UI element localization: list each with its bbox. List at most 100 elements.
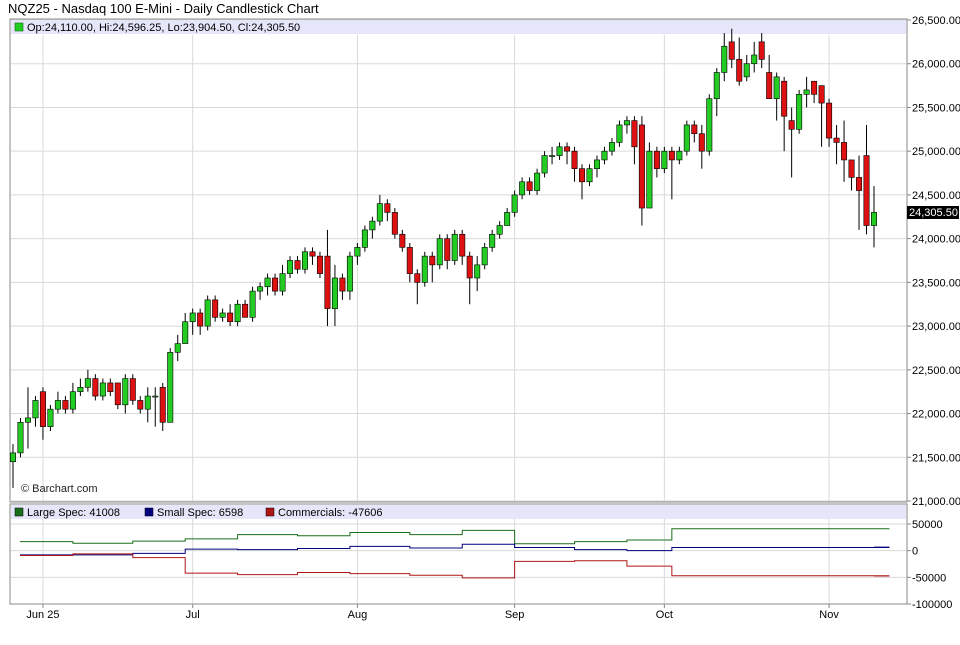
watermark: © Barchart.com	[21, 483, 98, 495]
cot-tick-label: 0	[912, 546, 918, 558]
candle-down-body	[107, 382, 114, 392]
candle-up-body	[331, 277, 338, 309]
candle-up-body	[713, 72, 720, 100]
price-tick-label: 23,500.00	[912, 277, 960, 289]
candle-down-body	[638, 124, 645, 209]
candle-up-body	[32, 400, 39, 419]
price-tick-label: 25,500.00	[912, 102, 960, 114]
ohlc-legend-swatch	[14, 22, 24, 32]
cot-legend: Large Spec: 41008 Small Spec: 6598 Commerc…	[11, 505, 906, 519]
cot-legend-label: Commercials: -47606	[278, 507, 383, 519]
candle-up-body	[541, 155, 548, 174]
cot-legend-swatch	[265, 507, 275, 517]
candle-up-body	[279, 273, 286, 292]
ohlc-label: Op:24,110.00, Hi:24,596.25, Lo:23,904.50…	[27, 22, 300, 34]
candle-down-body	[444, 238, 451, 261]
x-axis: Jun 25 Jul Aug Sep Oct Nov	[26, 604, 839, 621]
candle-down-body	[631, 120, 638, 148]
candle-up-body	[301, 251, 308, 270]
candle	[249, 286, 256, 322]
candle-up-body	[796, 94, 803, 130]
candle	[451, 229, 458, 265]
candle-down-body	[309, 251, 316, 257]
candle-up-body	[361, 229, 368, 248]
candle-up-body	[549, 155, 556, 157]
candle-up-body	[47, 408, 54, 427]
candlestick-chart[interactable]: Op:24,110.00, Hi:24,596.25, Lo:23,904.50…	[0, 0, 960, 645]
candle-down-body	[197, 312, 204, 327]
candle	[683, 120, 690, 156]
candle-up-body	[204, 299, 211, 327]
candle-down-body	[788, 120, 795, 130]
candle-up-body	[182, 321, 189, 344]
candle-down-body	[227, 312, 234, 323]
candle-down-body	[781, 80, 788, 117]
candle-up-body	[721, 45, 728, 73]
candle-up-body	[346, 255, 353, 292]
price-tick-label: 22,500.00	[912, 365, 960, 377]
candle-up-body	[264, 277, 271, 288]
candle-up-body	[608, 142, 615, 152]
cot-tick-label: -100000	[912, 599, 952, 611]
candle-up-body	[257, 286, 264, 292]
candle-down-body	[668, 150, 675, 161]
candle-up-body	[481, 247, 488, 266]
cot-legend-item: Commercials: -47606	[265, 507, 383, 519]
price-tick-label: 26,500.00	[912, 15, 960, 27]
candle-down-body	[526, 181, 533, 191]
candle-up-body	[751, 54, 758, 65]
candle-up-body	[77, 387, 84, 392]
candle-up-body	[174, 343, 181, 353]
price-tick-label: 21,000.00	[912, 496, 960, 508]
candle-down-body	[818, 85, 825, 104]
candle-up-body	[593, 159, 600, 169]
candle-up-body	[706, 98, 713, 152]
candle	[204, 295, 211, 331]
last-price-label: 24,305.50	[909, 207, 958, 219]
cot-legend-item: Small Spec: 6598	[144, 507, 243, 519]
candle	[421, 251, 428, 287]
candle-down-body	[459, 233, 466, 257]
candle-up-body	[534, 172, 541, 191]
candle-down-body	[159, 387, 166, 423]
candle-up-body	[743, 63, 750, 78]
date-tick-label: Jun 25	[26, 609, 59, 621]
candle-up-body	[556, 146, 563, 156]
price-tick-label: 22,000.00	[912, 409, 960, 421]
price-tick-label: 21,500.00	[912, 452, 960, 464]
cot-legend-label: Small Spec: 6598	[157, 507, 243, 519]
candle-up-body	[376, 203, 383, 222]
candle-down-body	[736, 59, 743, 82]
candle-down-body	[579, 168, 586, 183]
candle-up-body	[54, 400, 61, 410]
candle-down-body	[691, 124, 698, 134]
candle	[436, 234, 443, 270]
candle-down-body	[826, 102, 833, 139]
candle-down-body	[39, 391, 46, 427]
cot-axis: 50000 0 -50000 -100000	[907, 519, 952, 611]
candle-up-body	[234, 303, 241, 323]
candle-down-body	[728, 41, 735, 60]
candle-up-body	[122, 378, 129, 406]
date-tick-label: Jul	[186, 609, 200, 621]
candle-up-body	[474, 264, 481, 279]
candle-up-body	[69, 391, 76, 410]
date-tick-label: Oct	[656, 609, 673, 621]
price-tick-label: 24,000.00	[912, 234, 960, 246]
candle-down-body	[841, 142, 848, 161]
candle-down-body	[114, 382, 121, 406]
candle-down-body	[833, 137, 840, 143]
candle-up-body	[646, 150, 653, 209]
candle-down-body	[316, 255, 323, 274]
candle-down-body	[863, 155, 870, 226]
candle-up-body	[586, 168, 593, 183]
candle-up-body	[601, 150, 608, 161]
candle-down-body	[137, 400, 144, 410]
candle	[706, 94, 713, 156]
cot-tick-label: 50000	[912, 519, 943, 531]
cot-legend-swatch	[14, 507, 24, 517]
date-tick-label: Sep	[505, 609, 525, 621]
candle-down-body	[212, 299, 219, 318]
candle-down-body	[62, 400, 69, 410]
candle-down-body	[272, 277, 279, 292]
